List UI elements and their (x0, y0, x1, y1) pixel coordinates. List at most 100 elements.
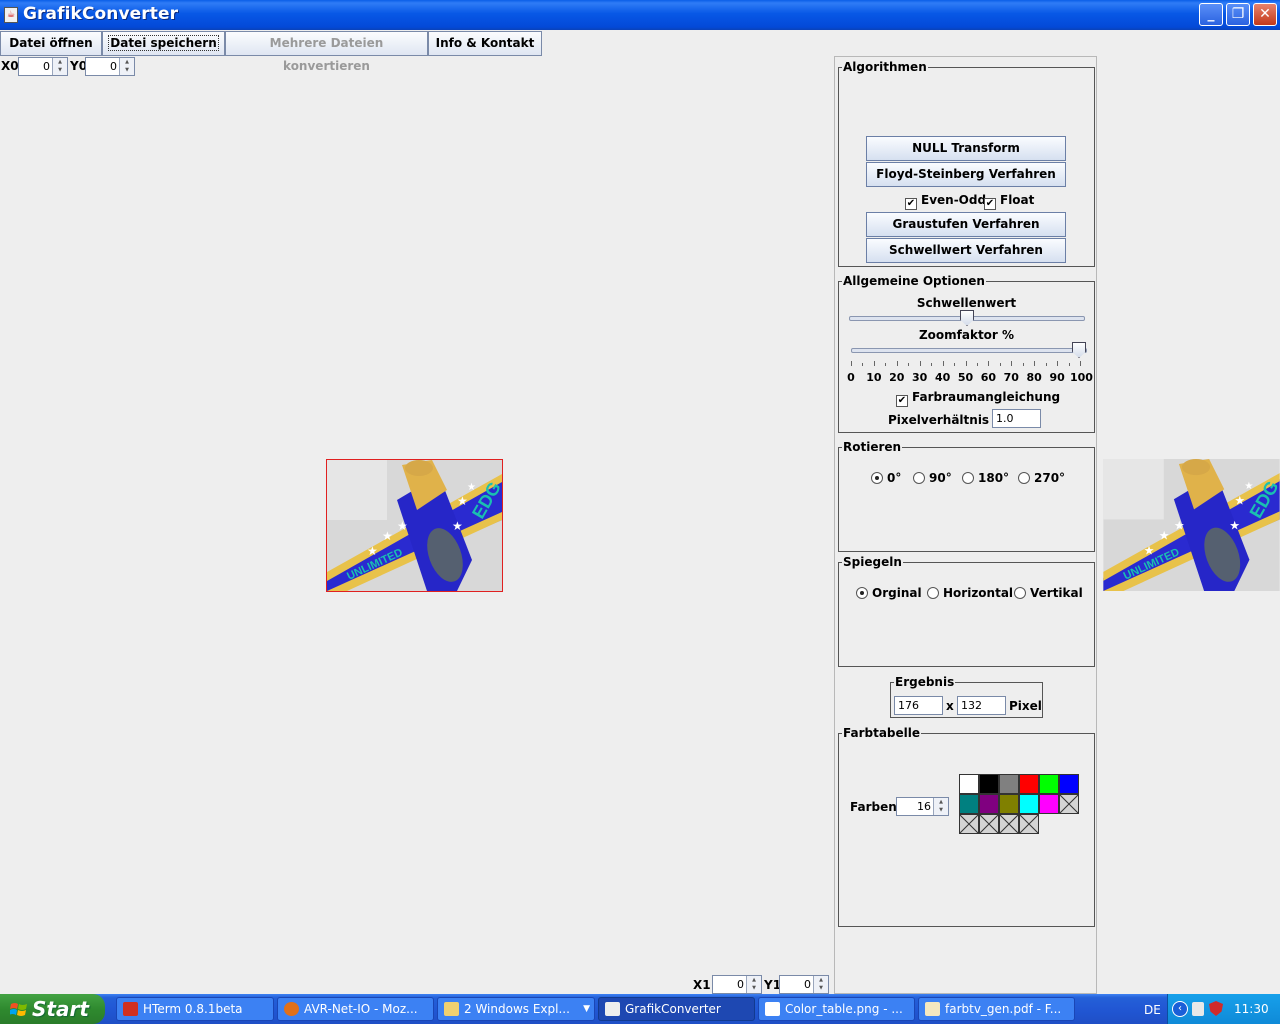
zoom-minor-tick (862, 363, 864, 366)
threshold-button[interactable]: Schwellwert Verfahren (866, 238, 1066, 263)
result-image[interactable]: UNLIMITED EDG ★ ★ ★ ★ ★ ★ (1103, 459, 1280, 591)
palette-swatch[interactable] (1059, 774, 1079, 794)
svg-text:★: ★ (367, 544, 378, 558)
mirror-vertical-radio-dot (1014, 587, 1026, 599)
result-unit-label: Pixel (1009, 699, 1042, 713)
zoom-tick (988, 361, 990, 366)
float-checkbox[interactable]: ✔ Float (984, 193, 1034, 210)
task-image-viewer[interactable]: Color_table.png - ... (758, 997, 915, 1021)
palette-swatch[interactable] (999, 774, 1019, 794)
colors-spinner[interactable]: 16 (896, 797, 949, 816)
palette-swatch[interactable] (979, 794, 999, 814)
taskbar: Start HTerm 0.8.1beta AVR-Net-IO - Moz..… (0, 994, 1280, 1024)
rotate-180-label: 180° (978, 471, 1010, 485)
color-match-checkbox[interactable]: ✔ Farbraumangleichung (896, 390, 1060, 407)
task-grafikconverter[interactable]: GrafikConverter (598, 997, 755, 1021)
palette-swatch[interactable] (1019, 774, 1039, 794)
mirror-horizontal-label: Horizontal (943, 586, 1014, 600)
rotate-90-radio[interactable]: 90° (913, 471, 952, 485)
x0-value: 0 (43, 60, 50, 73)
palette-swatch[interactable] (1019, 794, 1039, 814)
rotate-180-radio-dot (962, 472, 974, 484)
task-hterm[interactable]: HTerm 0.8.1beta (116, 997, 274, 1021)
pixel-ratio-input[interactable]: 1.0 (992, 409, 1041, 428)
folder-icon (444, 1002, 459, 1016)
rotate-270-radio-dot (1018, 472, 1030, 484)
threshold-slider-label: Schwellenwert (916, 296, 1017, 310)
zoom-tick (919, 361, 921, 366)
task-explorer-label: 2 Windows Expl... (464, 1002, 570, 1016)
null-transform-button[interactable]: NULL Transform (866, 136, 1066, 161)
rotate-270-radio[interactable]: 270° (1018, 471, 1065, 485)
zoom-tick-label: 80 (1026, 371, 1042, 384)
minimize-button[interactable]: _ (1199, 3, 1223, 26)
task-explorer[interactable]: 2 Windows Expl... ▼ (437, 997, 595, 1021)
maximize-button[interactable]: ❐ (1226, 3, 1250, 26)
save-file-button[interactable]: Datei speichern (102, 31, 225, 56)
open-file-button[interactable]: Datei öffnen (0, 31, 102, 56)
x1-spinner[interactable]: 0 (712, 975, 762, 994)
save-file-label: Datei speichern (108, 35, 219, 51)
task-hterm-label: HTerm 0.8.1beta (143, 1002, 243, 1016)
mirror-vertical-radio[interactable]: Vertikal (1014, 586, 1083, 600)
floyd-steinberg-button[interactable]: Floyd-Steinberg Verfahren (866, 162, 1066, 187)
result-height-field[interactable]: 132 (957, 696, 1006, 715)
zoom-tick-label: 0 (847, 371, 855, 384)
float-label: Float (1000, 193, 1035, 207)
palette-swatch[interactable] (999, 794, 1019, 814)
palette-swatch-empty[interactable] (979, 814, 999, 834)
palette-swatch-empty[interactable] (959, 814, 979, 834)
x1-spinner-arrows[interactable] (746, 976, 761, 993)
info-contact-button[interactable]: Info & Kontakt (428, 31, 542, 56)
palette-swatch[interactable] (1039, 774, 1059, 794)
palette-swatch[interactable] (959, 774, 979, 794)
colors-value: 16 (917, 800, 931, 813)
y0-spinner[interactable]: 0 (85, 57, 135, 76)
zoom-tick (1034, 361, 1036, 366)
x0-spinner[interactable]: 0 (18, 57, 68, 76)
grayscale-button[interactable]: Graustufen Verfahren (866, 212, 1066, 237)
windows-logo-icon (10, 1003, 27, 1016)
title-bar: ☕ GrafikConverter _ ❐ ✕ (0, 0, 1280, 30)
mirror-original-radio-dot (856, 587, 868, 599)
java-icon (605, 1002, 620, 1016)
palette-swatch[interactable] (959, 794, 979, 814)
rotate-0-radio[interactable]: 0° (871, 471, 901, 485)
mirror-horizontal-radio[interactable]: Horizontal (927, 586, 1013, 600)
zoom-slider-label: Zoomfaktor % (918, 328, 1015, 342)
threshold-slider-thumb[interactable] (960, 310, 974, 326)
result-width-field[interactable]: 176 (894, 696, 943, 715)
start-button[interactable]: Start (0, 994, 105, 1024)
close-button[interactable]: ✕ (1253, 3, 1277, 26)
colors-spinner-arrows[interactable] (933, 798, 948, 815)
source-image[interactable]: UNLIMITED EDG ★ ★ ★ ★ ★ ★ (326, 459, 503, 592)
svg-text:★: ★ (1234, 493, 1245, 507)
task-pdf[interactable]: farbtv_gen.pdf - F... (918, 997, 1075, 1021)
x0-spinner-arrows[interactable] (52, 58, 67, 75)
palette-swatch[interactable] (979, 774, 999, 794)
zoom-minor-tick (931, 363, 933, 366)
palette-swatch[interactable] (1039, 794, 1059, 814)
task-firefox[interactable]: AVR-Net-IO - Moz... (277, 997, 434, 1021)
language-indicator[interactable]: DE (1144, 1003, 1161, 1017)
y1-spinner[interactable]: 0 (779, 975, 829, 994)
security-shield-icon[interactable] (1209, 1001, 1223, 1016)
zoom-tick-label: 10 (866, 371, 882, 384)
rotate-180-radio[interactable]: 180° (962, 471, 1009, 485)
mirror-original-radio[interactable]: Orginal (856, 586, 922, 600)
y1-spinner-arrows[interactable] (813, 976, 828, 993)
tray-app-icon[interactable] (1192, 1002, 1204, 1016)
palette-swatch-empty[interactable] (1059, 794, 1079, 814)
palette-swatch-empty[interactable] (1019, 814, 1039, 834)
batch-convert-button[interactable]: Mehrere Dateien konvertieren (225, 31, 428, 73)
palette-swatch-empty[interactable] (999, 814, 1019, 834)
zoom-slider-track[interactable] (851, 348, 1087, 353)
y0-spinner-arrows[interactable] (119, 58, 134, 75)
y0-value: 0 (110, 60, 117, 73)
algorithms-title: Algorithmen (842, 60, 928, 74)
zoom-tick (942, 361, 944, 366)
zoom-slider-thumb[interactable] (1072, 342, 1086, 358)
even-odd-checkbox[interactable]: ✔ Even-Odd (905, 193, 986, 210)
even-odd-check-icon: ✔ (905, 198, 917, 210)
tray-expand-icon[interactable]: ‹ (1172, 1001, 1188, 1017)
